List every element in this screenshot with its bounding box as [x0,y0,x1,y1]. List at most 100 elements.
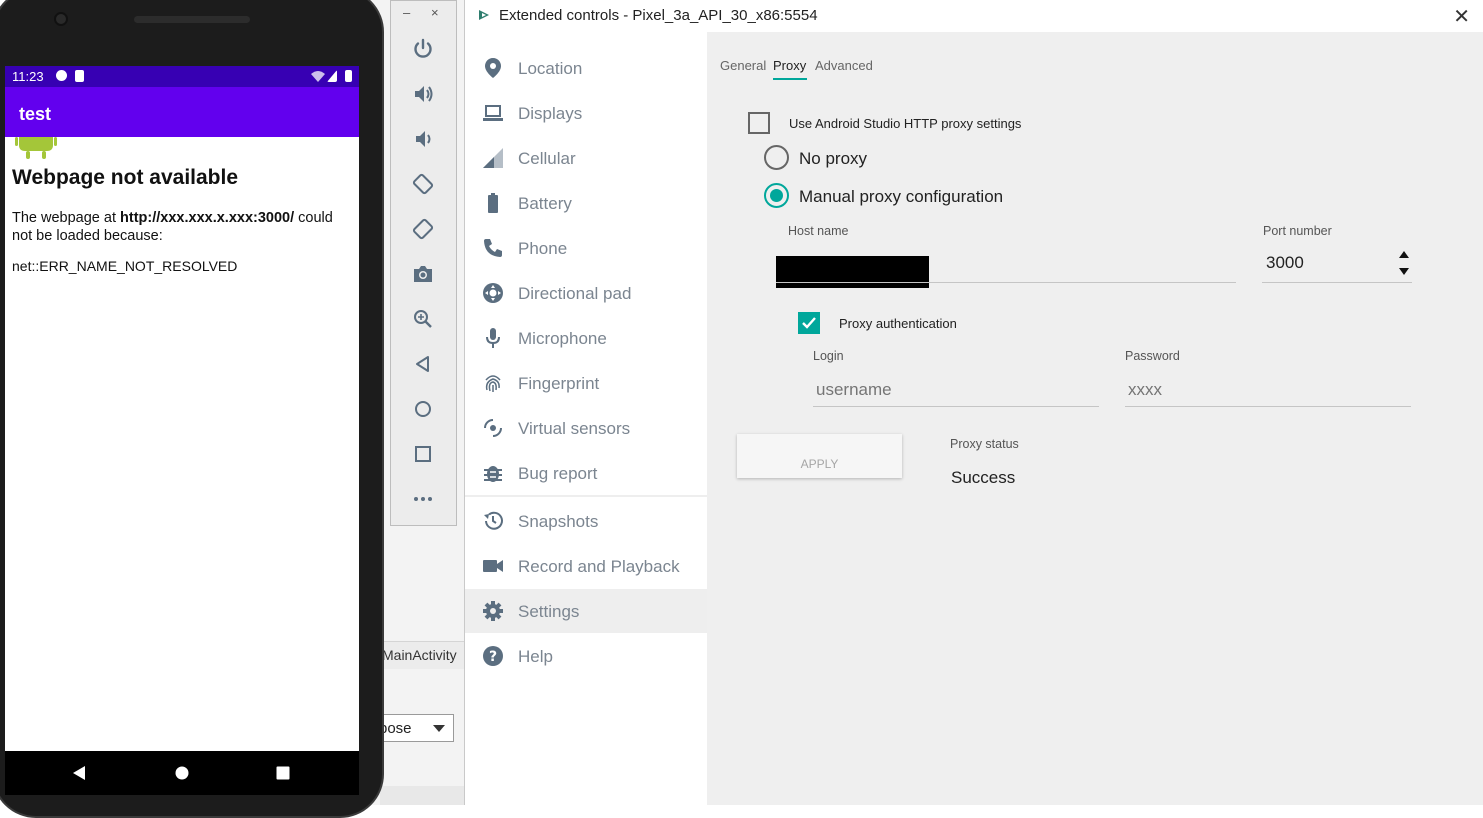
rotate-left-button[interactable] [409,170,437,198]
sidebar-item-displays[interactable]: Displays [465,91,707,135]
login-underline [813,406,1099,407]
host-name-input[interactable] [776,256,929,288]
ide-log-level-select[interactable]: bose [374,714,454,742]
battery-icon [488,193,498,213]
no-proxy-label: No proxy [799,149,868,168]
gear-icon [483,601,503,621]
rotate-right-button[interactable] [409,215,437,243]
port-number-underline [1262,282,1412,283]
wifi-icon [311,71,325,82]
sidebar-item-settings[interactable]: Settings [465,589,707,633]
cellular-icon [483,148,503,168]
nav-home-icon[interactable] [175,766,189,780]
sidebar-item-label: Directional pad [518,284,632,303]
tab-proxy[interactable]: Proxy [773,58,806,73]
tab-general[interactable]: General [720,58,766,73]
port-stepper[interactable] [1398,249,1410,277]
video-icon [483,560,503,572]
volume-up-button[interactable] [409,80,437,108]
sidebar-item-virtual-sensors[interactable]: Virtual sensors [465,406,707,450]
login-label: Login [813,349,844,363]
sidebar-item-battery[interactable]: Battery [465,181,707,225]
use-studio-proxy-label: Use Android Studio HTTP proxy settings [789,116,1022,131]
proxy-status-label: Proxy status [950,437,1019,451]
svg-text:?: ? [489,649,497,665]
chevron-down-icon [433,725,445,732]
sidebar-item-cellular[interactable]: Cellular [465,136,707,180]
tab-advanced[interactable]: Advanced [815,58,873,73]
volume-down-icon [416,131,431,147]
tab-selected-indicator [773,78,807,80]
sidebar-item-label: Phone [518,239,568,258]
more-button[interactable] [409,485,437,513]
toolbar-close-button[interactable]: × [431,5,439,20]
sidebar-item-label: Virtual sensors [518,419,631,438]
help-icon: ? [483,646,503,666]
port-number-input[interactable]: 3000 [1266,253,1304,273]
sidebar-item-help[interactable]: ? Help [465,634,707,678]
history-icon [484,511,503,530]
sidebar-item-fingerprint[interactable]: Fingerprint [465,361,707,405]
sidebar-item-microphone[interactable]: Microphone [465,316,707,360]
fingerprint-icon [485,375,501,392]
password-underline [1125,406,1411,407]
bug-icon [484,466,502,482]
nav-overview-icon[interactable] [276,766,290,780]
host-name-underline [776,282,1236,283]
window-close-button[interactable]: ✕ [1453,4,1470,29]
sidebar-item-directional-pad[interactable]: Directional pad [465,271,707,315]
use-studio-proxy-checkbox[interactable] [748,112,770,134]
manual-proxy-radio[interactable] [764,183,789,208]
rotate-left-icon [412,173,434,195]
app-bar: test [5,87,359,137]
camera-icon [414,266,432,282]
sidebar-item-phone[interactable]: Phone [465,226,707,270]
status-time: 11:23 [12,69,44,84]
microphone-icon [486,328,500,348]
sidebar-item-label: Snapshots [518,512,599,531]
rotate-right-icon [412,218,434,240]
nav-back-icon[interactable] [72,766,86,780]
back-button[interactable] [409,350,437,378]
host-name-label: Host name [788,224,849,238]
port-number-label: Port number [1263,224,1332,238]
sidebar-item-label: Help [518,647,553,666]
overview-icon [415,446,431,462]
overview-button[interactable] [409,440,437,468]
displays-icon [483,105,503,121]
screenshot-button[interactable] [409,260,437,288]
ide-editor-tab[interactable]: MainActivity [380,641,464,669]
window-title: Extended controls - Pixel_3a_API_30_x86:… [499,7,818,24]
ide-status-strip [380,786,464,805]
volume-down-button[interactable] [409,125,437,153]
no-proxy-radio[interactable] [764,145,789,170]
sidebar-item-record-and-playback[interactable]: Record and Playback [465,544,707,588]
settings-content: General Proxy Advanced Use Android Studi… [707,32,1483,805]
sidebar-item-snapshots[interactable]: Snapshots [465,499,707,543]
home-button[interactable] [409,395,437,423]
extended-controls-sidebar: Location Displays Cellular Battery Phone… [465,32,707,805]
signal-icon [327,70,337,82]
status-bar: 11:23 [5,66,359,87]
sd-card-icon [75,70,84,82]
sidebar-item-bug-report[interactable]: Bug report [465,451,707,495]
apply-button[interactable]: APPLY [737,434,902,478]
proxy-auth-checkbox[interactable] [798,312,820,334]
zoom-icon [414,310,432,328]
password-input[interactable] [1125,375,1411,405]
error-page-title: Webpage not available [12,166,239,189]
phone-screen[interactable]: 11:23 test Webpage not available The web… [5,66,359,751]
sensors-icon [484,419,502,437]
zoom-button[interactable] [409,305,437,333]
proxy-auth-label: Proxy authentication [839,316,957,331]
volume-up-icon [415,86,433,102]
power-button[interactable] [409,35,437,63]
sidebar-item-location[interactable]: Location [465,46,707,90]
android-robot-icon [15,137,57,159]
emulator-app-icon [479,10,489,20]
proxy-status-value: Success [951,468,1016,487]
power-icon [414,38,432,58]
toolbar-minimize-button[interactable]: – [403,5,410,20]
sidebar-item-label: Record and Playback [518,557,680,576]
login-input[interactable] [813,375,1098,405]
